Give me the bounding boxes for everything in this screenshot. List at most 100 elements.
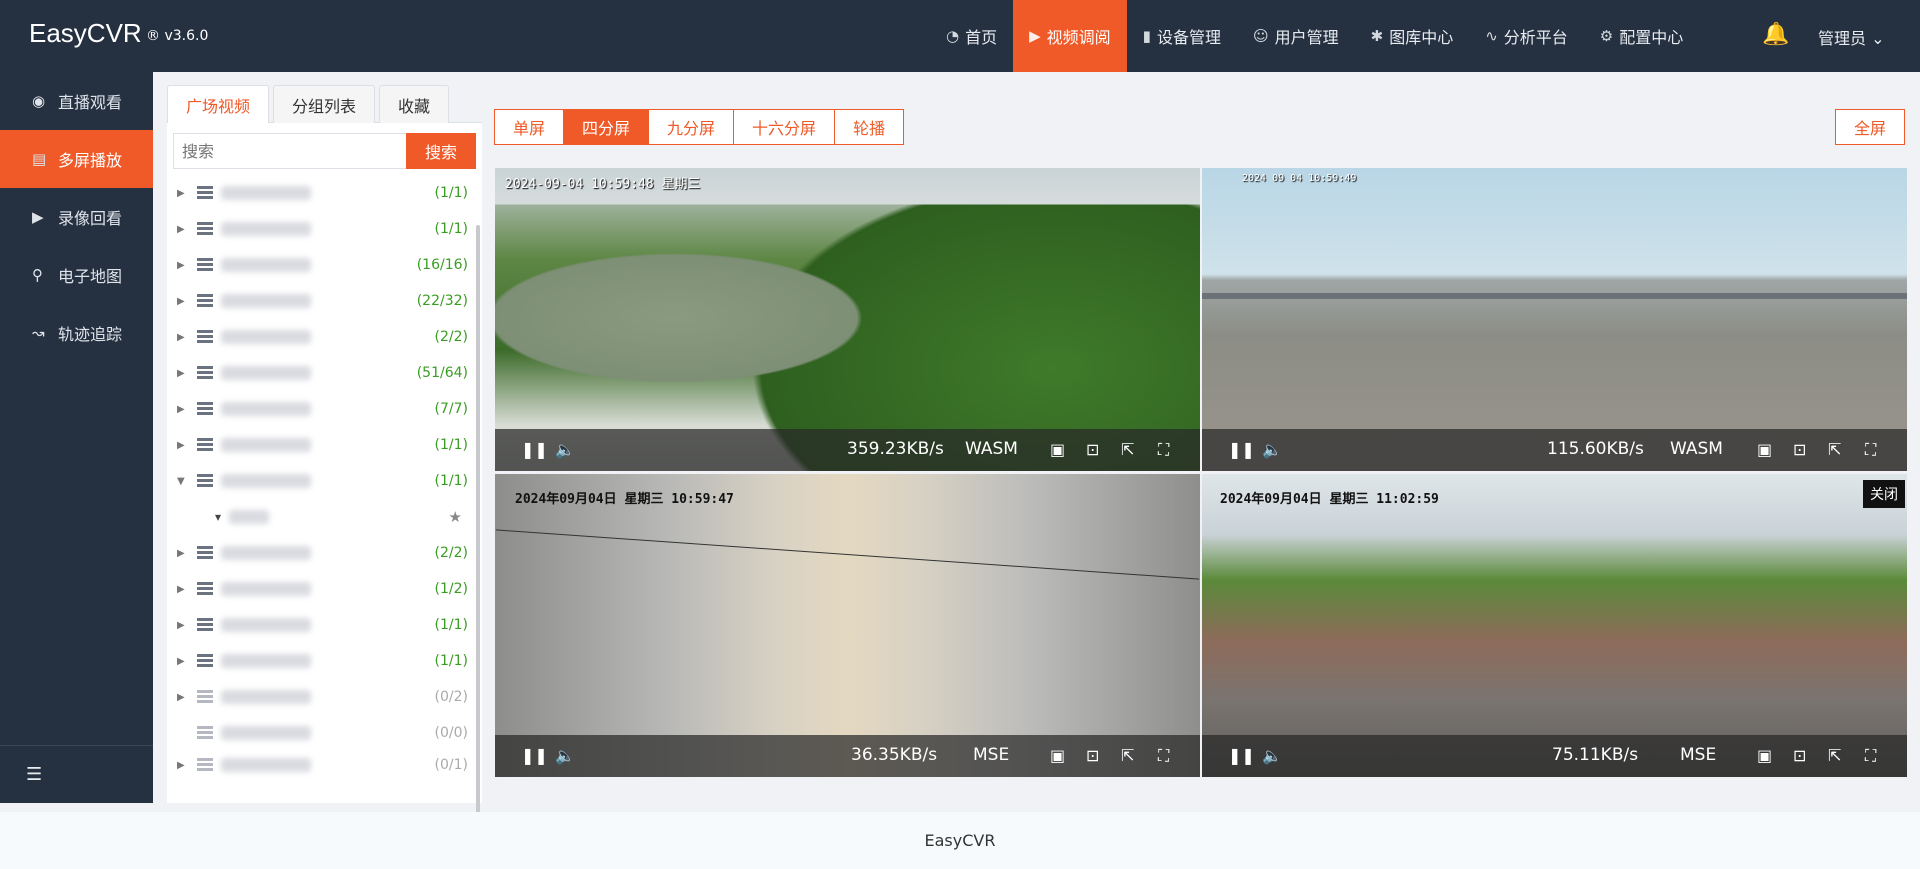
sidebar-item-map[interactable]: ⚲ 电子地图 (0, 246, 153, 304)
node-name-redacted (221, 758, 311, 772)
ptz-icon[interactable]: ⇱ (1828, 746, 1841, 765)
pause-icon[interactable]: ❚❚ (1228, 440, 1255, 459)
mode-nine-button[interactable]: 九分屏 (648, 109, 735, 145)
tab-square-video[interactable]: 广场视频 (167, 85, 270, 123)
tab-group-list[interactable]: 分组列表 (273, 85, 376, 123)
video-pane[interactable]: 2024年09月04日 星期三 10:59:47 ❚❚ 🔈 36.35KB/s … (495, 474, 1200, 777)
nav-item-analysis[interactable]: ∿ 分析平台 (1469, 0, 1584, 72)
snapshot-icon[interactable]: ▣ (1050, 440, 1065, 459)
tree-node[interactable]: ▶ (2/2) (167, 319, 482, 355)
collapse-sidebar-icon[interactable]: ☰ (0, 745, 153, 803)
caret-down-icon[interactable]: ▼ (177, 476, 191, 487)
tree-node[interactable]: (0/0) (167, 715, 482, 751)
caret-right-icon[interactable]: ▶ (177, 260, 191, 271)
fullscreen-icon[interactable]: ⛶ (1158, 746, 1169, 766)
tree-node[interactable]: ▶ (51/64) (167, 355, 482, 391)
fullscreen-icon[interactable]: ⛶ (1158, 440, 1169, 460)
snapshot-icon[interactable]: ▣ (1050, 746, 1065, 765)
tree-node[interactable]: ▶ (1/1) (167, 175, 482, 211)
volume-icon[interactable]: 🔈 (555, 440, 575, 459)
record-icon[interactable]: ⊡ (1086, 746, 1099, 765)
sidebar-item-track[interactable]: ↝ 轨迹追踪 (0, 304, 153, 362)
sidebar-item-playback[interactable]: ▶ 录像回看 (0, 188, 153, 246)
caret-right-icon[interactable]: ▶ (177, 296, 191, 307)
server-icon (197, 222, 213, 236)
pause-icon[interactable]: ❚❚ (521, 440, 548, 459)
volume-icon[interactable]: 🔈 (555, 746, 575, 765)
server-icon (197, 654, 213, 668)
ptz-icon[interactable]: ⇱ (1121, 440, 1134, 459)
mode-single-button[interactable]: 单屏 (494, 109, 565, 145)
node-name-redacted (221, 402, 311, 416)
bell-icon[interactable]: 🔔 (1762, 22, 1789, 47)
fullscreen-icon[interactable]: ⛶ (1865, 440, 1876, 460)
tree-node[interactable]: ▶ (2/2) (167, 535, 482, 571)
mode-sixteen-button[interactable]: 十六分屏 (733, 109, 836, 145)
caret-right-icon[interactable]: ▶ (177, 440, 191, 451)
tree-node[interactable]: ▶ (7/7) (167, 391, 482, 427)
tree-node[interactable]: ▶ (22/32) (167, 283, 482, 319)
caret-right-icon[interactable]: ▶ (177, 332, 191, 343)
caret-right-icon[interactable]: ▶ (177, 224, 191, 235)
tree-node[interactable]: ▶ (1/1) (167, 211, 482, 247)
caret-right-icon[interactable]: ▶ (177, 404, 191, 415)
video-pane[interactable]: 2024年09月04日 星期三 11:02:59 关闭 ❚❚ 🔈 75.11KB… (1202, 474, 1907, 777)
snapshot-icon[interactable]: ▣ (1757, 746, 1772, 765)
record-icon[interactable]: ⊡ (1793, 746, 1806, 765)
tree-node[interactable]: ▶ (0/1) (167, 751, 482, 779)
tree-node[interactable]: ▶ (16/16) (167, 247, 482, 283)
ptz-icon[interactable]: ⇱ (1828, 440, 1841, 459)
tree-node[interactable]: ▶ (1/1) (167, 607, 482, 643)
caret-right-icon[interactable]: ▶ (177, 620, 191, 631)
nav-item-devices[interactable]: ▮ 设备管理 (1127, 0, 1237, 72)
user-menu[interactable]: 管理员 ⌄ (1818, 25, 1885, 49)
video-pane[interactable]: 2024-09-04 10:59:48 星期三 ❚❚ 🔈 359.23KB/s … (495, 168, 1200, 471)
caret-right-icon[interactable]: ▶ (177, 188, 191, 199)
caret-right-icon[interactable]: ▶ (177, 548, 191, 559)
ptz-icon[interactable]: ⇱ (1121, 746, 1134, 765)
footer: EasyCVR (0, 812, 1920, 869)
volume-icon[interactable]: 🔈 (1262, 746, 1282, 765)
node-name-redacted (221, 618, 311, 632)
mode-quad-button[interactable]: 四分屏 (563, 109, 650, 145)
tree-scrollbar[interactable] (476, 225, 480, 869)
wire-graphic (495, 529, 1200, 580)
search-input[interactable] (173, 133, 406, 169)
sidebar-item-live[interactable]: ◉ 直播观看 (0, 72, 153, 130)
fullscreen-icon[interactable]: ⛶ (1865, 746, 1876, 766)
tree-child-channel[interactable]: ▾ ★ (167, 499, 482, 535)
nav-item-gallery[interactable]: ✱ 图库中心 (1355, 0, 1470, 72)
tree-node[interactable]: ▶ (0/2) (167, 679, 482, 715)
record-icon[interactable]: ⊡ (1086, 440, 1099, 459)
snapshot-icon[interactable]: ▣ (1757, 440, 1772, 459)
caret-right-icon[interactable]: ▶ (177, 656, 191, 667)
caret-right-icon[interactable]: ▶ (177, 584, 191, 595)
search-button[interactable]: 搜索 (406, 133, 476, 169)
pause-icon[interactable]: ❚❚ (1228, 746, 1255, 765)
nav-item-users[interactable]: ☺ 用户管理 (1237, 0, 1355, 72)
volume-icon[interactable]: 🔈 (1262, 440, 1282, 459)
tree-node[interactable]: ▶ (1/2) (167, 571, 482, 607)
star-icon[interactable]: ★ (449, 508, 462, 526)
tab-favorites[interactable]: 收藏 (379, 85, 450, 123)
close-pane-button[interactable]: 关闭 (1863, 480, 1905, 508)
nav-item-home[interactable]: ◔ 首页 (930, 0, 1013, 72)
tree-node-expanded[interactable]: ▼ (1/1) (167, 463, 482, 499)
pause-icon[interactable]: ❚❚ (521, 746, 548, 765)
tree-node[interactable]: ▶ (1/1) (167, 427, 482, 463)
caret-right-icon[interactable]: ▶ (177, 760, 191, 771)
sidebar-item-multi-screen[interactable]: ▤ 多屏播放 (0, 130, 153, 188)
mode-carousel-button[interactable]: 轮播 (834, 109, 905, 145)
node-name-redacted (221, 474, 311, 488)
nav-item-config[interactable]: ⚙ 配置中心 (1584, 0, 1699, 72)
video-pane[interactable]: 2024 09 04 10:59:49 ❚❚ 🔈 115.60KB/s WASM… (1202, 168, 1907, 471)
bitrate-label: 75.11KB/s (1552, 745, 1639, 765)
node-name-redacted (221, 726, 311, 740)
brand-logo[interactable]: EasyCVR (29, 18, 142, 49)
record-icon[interactable]: ⊡ (1793, 440, 1806, 459)
tree-node[interactable]: ▶ (1/1) (167, 643, 482, 679)
fullscreen-button[interactable]: 全屏 (1835, 109, 1906, 145)
caret-right-icon[interactable]: ▶ (177, 368, 191, 379)
nav-item-video[interactable]: ▶ 视频调阅 (1013, 0, 1127, 72)
caret-right-icon[interactable]: ▶ (177, 692, 191, 703)
